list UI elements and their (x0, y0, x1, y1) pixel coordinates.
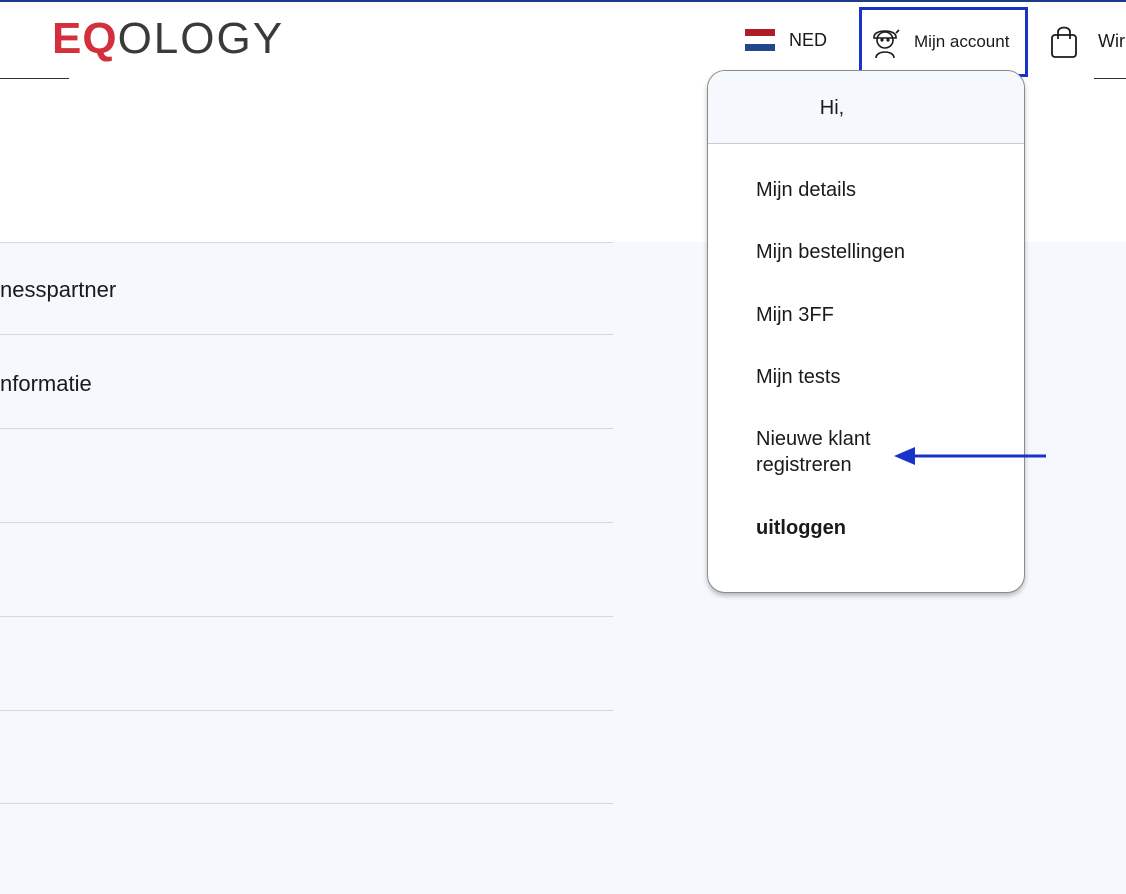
user-avatar-icon (873, 29, 900, 59)
language-label: NED (789, 29, 828, 50)
menu-item-logout[interactable]: uitloggen (756, 515, 846, 541)
eqology-logo[interactable]: EQ OLOGY (52, 14, 285, 63)
account-dropdown-menu: Hi, Mijn details Mijn bestellingen Mijn … (707, 70, 1025, 593)
annotation-arrow-icon (894, 447, 1046, 465)
row-divider (0, 522, 613, 523)
greeting-text: Hi, (819, 97, 845, 119)
row-label-informatie[interactable]: nformatie (0, 371, 92, 397)
cart-label[interactable]: Wir (1098, 31, 1125, 52)
language-selector[interactable]: NED (745, 29, 827, 51)
row-divider (0, 242, 613, 243)
account-label: Mijn account (914, 32, 1010, 51)
menu-item-my-orders[interactable]: Mijn bestellingen (756, 239, 905, 265)
row-divider (0, 428, 613, 429)
menu-item-my-tests[interactable]: Mijn tests (756, 364, 840, 390)
row-divider (0, 803, 613, 804)
logo-accent: EQ (52, 14, 118, 63)
menu-item-my-3ff[interactable]: Mijn 3FF (756, 302, 834, 328)
row-divider (0, 334, 613, 335)
account-button[interactable]: Mijn account (859, 7, 1028, 77)
nav-underline-right (1094, 78, 1126, 79)
top-border (0, 0, 1126, 2)
netherlands-flag-icon (745, 29, 775, 51)
row-divider (0, 710, 613, 711)
nav-underline-left (0, 78, 69, 79)
menu-item-register-new-customer[interactable]: Nieuwe klant registreren (756, 426, 906, 478)
row-label-businesspartner[interactable]: nesspartner (0, 277, 116, 303)
row-divider (0, 616, 613, 617)
logo-text: OLOGY (117, 14, 285, 63)
menu-item-my-details[interactable]: Mijn details (756, 177, 856, 203)
dropdown-header: Hi, (708, 71, 1024, 144)
shopping-bag-icon[interactable] (1050, 25, 1078, 59)
